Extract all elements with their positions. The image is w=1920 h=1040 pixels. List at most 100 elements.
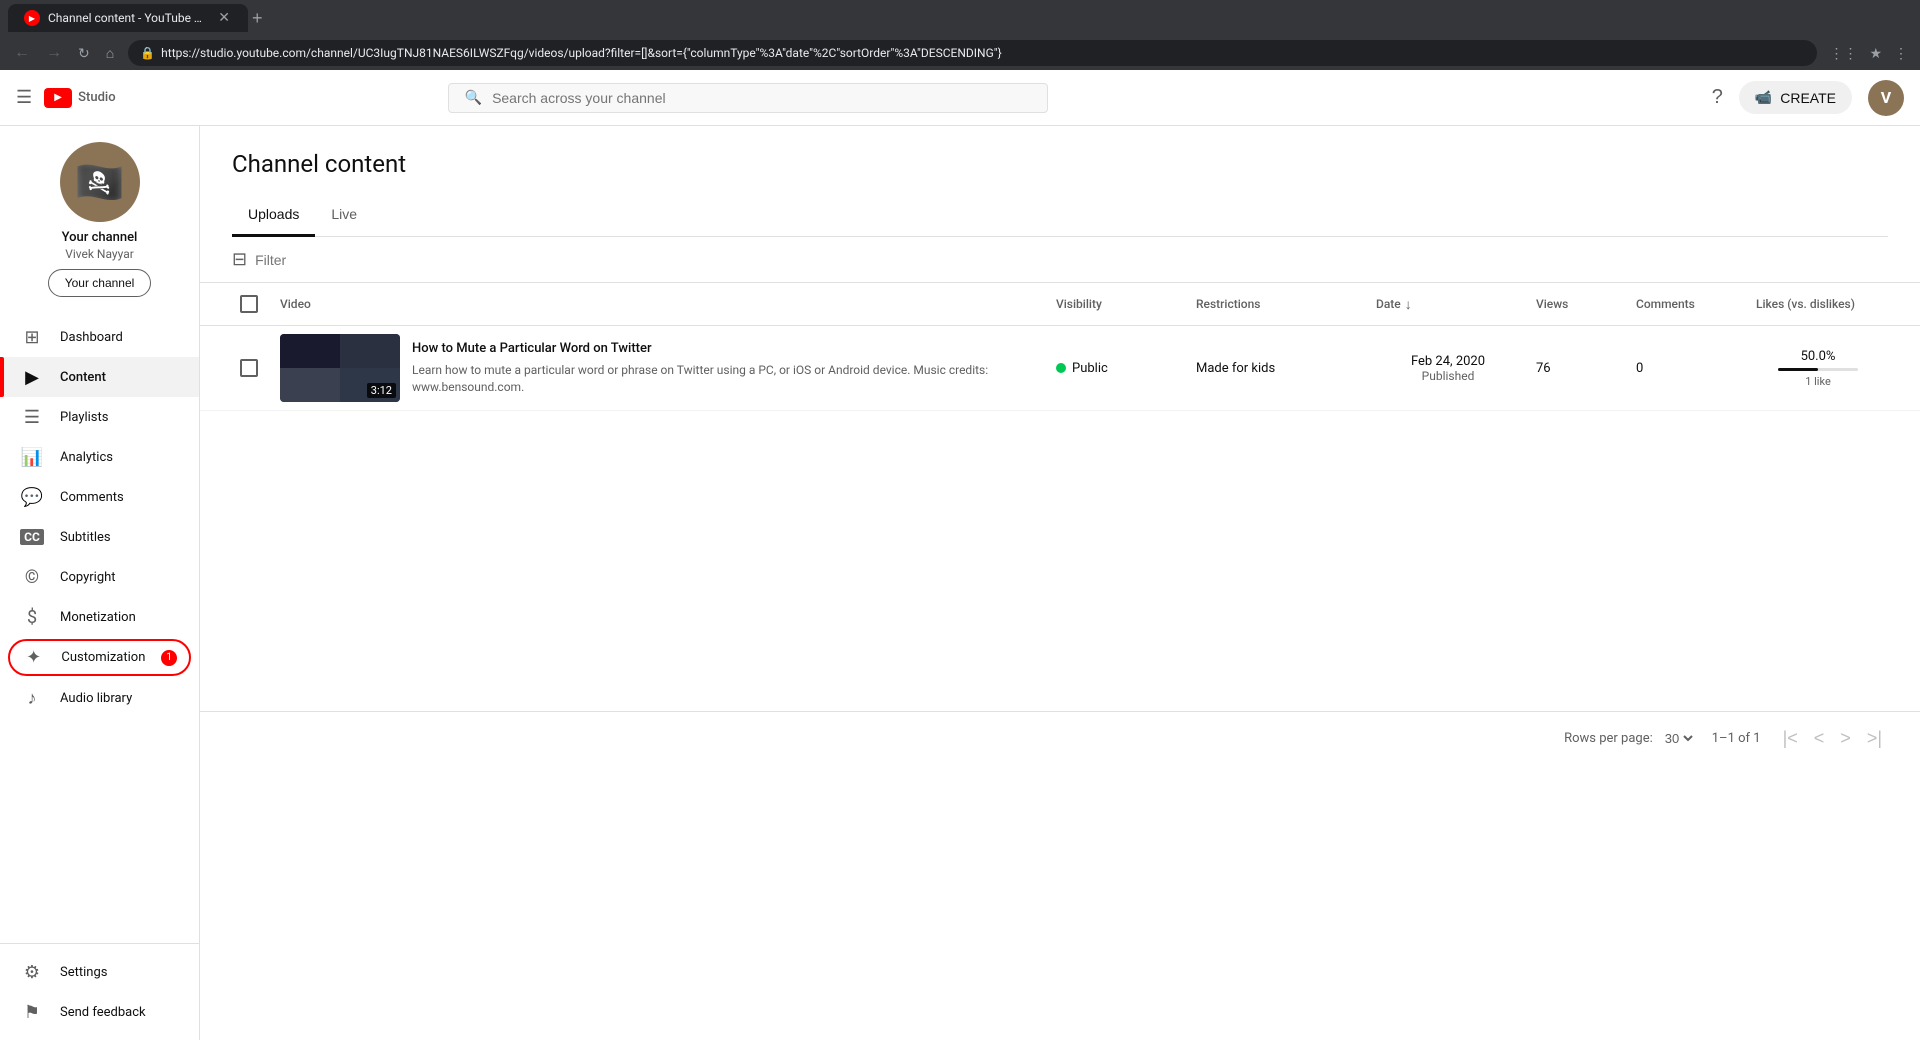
- browser-tab[interactable]: Channel content - YouTube St... ✕: [8, 4, 248, 32]
- rows-per-page-select[interactable]: 10 20 30 50: [1661, 730, 1696, 747]
- help-button[interactable]: ?: [1712, 86, 1723, 109]
- yt-logo-icon: [44, 88, 72, 108]
- sidebar-item-label: Comments: [60, 490, 124, 505]
- yt-studio-text: Studio: [78, 90, 115, 105]
- sidebar-footer: ⚙ Settings ⚑ Send feedback: [0, 943, 199, 1040]
- search-bar[interactable]: 🔍: [448, 83, 1048, 113]
- sidebar-item-comments[interactable]: 💬 Comments: [0, 477, 199, 517]
- new-tab-button[interactable]: +: [252, 8, 263, 29]
- next-page-button[interactable]: >: [1834, 724, 1857, 753]
- sidebar-item-label: Audio library: [60, 691, 132, 706]
- filter-icon-button[interactable]: ⊟: [232, 249, 247, 270]
- back-button[interactable]: ←: [8, 40, 36, 66]
- sidebar-item-playlists[interactable]: ☰ Playlists: [0, 397, 199, 437]
- sidebar-item-analytics[interactable]: 📊 Analytics: [0, 437, 199, 477]
- create-icon: 📹: [1755, 89, 1772, 106]
- th-visibility[interactable]: Visibility: [1048, 283, 1188, 325]
- row-visibility-cell: Public: [1048, 353, 1188, 384]
- th-checkbox[interactable]: [232, 283, 272, 325]
- studio-app: ☰ Studio 🔍 ? 📹 CREATE V: [0, 70, 1920, 1040]
- th-likes-label: Likes (vs. dislikes): [1756, 297, 1855, 311]
- page-title: Channel content: [232, 150, 1888, 178]
- copyright-icon: ©: [20, 567, 44, 588]
- extensions-button[interactable]: ⋮⋮: [1825, 41, 1861, 66]
- rows-per-page-label: Rows per page:: [1564, 731, 1653, 746]
- pagination-bar: Rows per page: 10 20 30 50 1–1 of 1 |< <: [200, 711, 1920, 765]
- menu-button[interactable]: ⋮: [1890, 41, 1912, 66]
- top-bar: ☰ Studio 🔍 ? 📹 CREATE V: [0, 70, 1920, 126]
- th-views-label: Views: [1536, 297, 1568, 311]
- th-video[interactable]: Video: [272, 283, 1048, 325]
- tab-close-button[interactable]: ✕: [216, 8, 232, 28]
- first-page-button[interactable]: |<: [1777, 724, 1804, 753]
- customization-icon: ✦: [22, 647, 45, 668]
- channel-avatar[interactable]: 🏴‍☠️: [60, 142, 140, 222]
- reload-button[interactable]: ↻: [72, 41, 96, 66]
- row-checkbox-cell[interactable]: [232, 351, 272, 385]
- sidebar-item-content[interactable]: ▶ Content: [0, 357, 199, 397]
- channel-info: 🏴‍☠️ Your channel Vivek Nayyar Your chan…: [0, 126, 199, 313]
- prev-page-button[interactable]: <: [1808, 724, 1831, 753]
- search-input[interactable]: [492, 90, 1031, 106]
- sidebar-item-label: Send feedback: [60, 1005, 146, 1020]
- sidebar-item-copyright[interactable]: © Copyright: [0, 557, 199, 597]
- avatar[interactable]: V: [1868, 80, 1904, 116]
- sidebar-item-settings[interactable]: ⚙ Settings: [0, 952, 199, 992]
- tab-uploads[interactable]: Uploads: [232, 194, 315, 237]
- hamburger-button[interactable]: ☰: [16, 87, 32, 108]
- sidebar-item-label: Settings: [60, 965, 107, 980]
- sidebar-item-monetization[interactable]: $ Monetization: [0, 597, 199, 637]
- address-text: https://studio.youtube.com/channel/UC3Iu…: [161, 46, 1805, 60]
- th-date[interactable]: Date ↓: [1368, 283, 1528, 325]
- row-checkbox[interactable]: [240, 359, 258, 377]
- analytics-icon: 📊: [20, 447, 44, 468]
- date-sub: Published: [1422, 369, 1475, 383]
- search-icon: 🔍: [465, 90, 482, 106]
- sidebar-item-subtitles[interactable]: CC Subtitles: [0, 517, 199, 557]
- channel-handle: Vivek Nayyar: [65, 247, 134, 261]
- ssl-lock-icon: 🔒: [140, 46, 155, 60]
- tabs-bar: Uploads Live: [232, 194, 1888, 237]
- th-likes[interactable]: Likes (vs. dislikes): [1748, 283, 1888, 325]
- sidebar-item-audio-library[interactable]: ♪ Audio library: [0, 678, 199, 718]
- likes-bar: [1778, 368, 1818, 371]
- create-button[interactable]: 📹 CREATE: [1739, 81, 1852, 114]
- sidebar-item-send-feedback[interactable]: ⚑ Send feedback: [0, 992, 199, 1032]
- table-row: 3:12 How to Mute a Particular Word on Tw…: [200, 326, 1920, 411]
- table-header: Video Visibility Restrictions Date ↓: [200, 283, 1920, 326]
- sidebar-item-label: Copyright: [60, 570, 116, 585]
- nav-bar: ← → ↻ ⌂ 🔒 https://studio.youtube.com/cha…: [0, 36, 1920, 70]
- sidebar-item-label: Monetization: [60, 610, 136, 625]
- th-views[interactable]: Views: [1528, 283, 1628, 325]
- row-comments-cell: 0: [1628, 353, 1748, 384]
- row-likes-cell: 50.0% 1 like: [1748, 341, 1888, 396]
- sidebar-item-label: Customization: [61, 650, 145, 665]
- tab-live[interactable]: Live: [315, 194, 373, 237]
- sidebar-item-label: Analytics: [60, 450, 113, 465]
- video-info: How to Mute a Particular Word on Twitter…: [412, 340, 1040, 396]
- filter-bar: ⊟: [200, 237, 1920, 283]
- subtitles-icon: CC: [20, 529, 44, 545]
- th-comments[interactable]: Comments: [1628, 283, 1748, 325]
- sidebar-item-customization[interactable]: ✦ Customization 1: [8, 639, 191, 676]
- tab-title: Channel content - YouTube St...: [48, 11, 208, 25]
- studio-body: 🏴‍☠️ Your channel Vivek Nayyar Your chan…: [0, 126, 1920, 1040]
- content-spacer: [200, 411, 1920, 711]
- feedback-icon: ⚑: [20, 1002, 44, 1023]
- video-thumbnail-container[interactable]: 3:12: [280, 334, 400, 402]
- th-restrictions[interactable]: Restrictions: [1188, 283, 1368, 325]
- last-page-button[interactable]: >|: [1861, 724, 1888, 753]
- bookmark-button[interactable]: ★: [1865, 41, 1886, 66]
- th-restrictions-label: Restrictions: [1196, 297, 1260, 311]
- customization-badge: 1: [161, 650, 177, 666]
- forward-button[interactable]: →: [40, 40, 68, 66]
- filter-input[interactable]: [255, 252, 1888, 268]
- monetization-icon: $: [20, 607, 44, 628]
- view-channel-button[interactable]: Your channel: [48, 269, 152, 297]
- home-button[interactable]: ⌂: [100, 41, 120, 65]
- yt-studio-logo[interactable]: Studio: [44, 88, 115, 108]
- sidebar-item-dashboard[interactable]: ⊞ Dashboard: [0, 317, 199, 357]
- sidebar-item-label: Playlists: [60, 410, 108, 425]
- select-all-checkbox[interactable]: [240, 295, 258, 313]
- address-bar[interactable]: 🔒 https://studio.youtube.com/channel/UC3…: [128, 40, 1817, 66]
